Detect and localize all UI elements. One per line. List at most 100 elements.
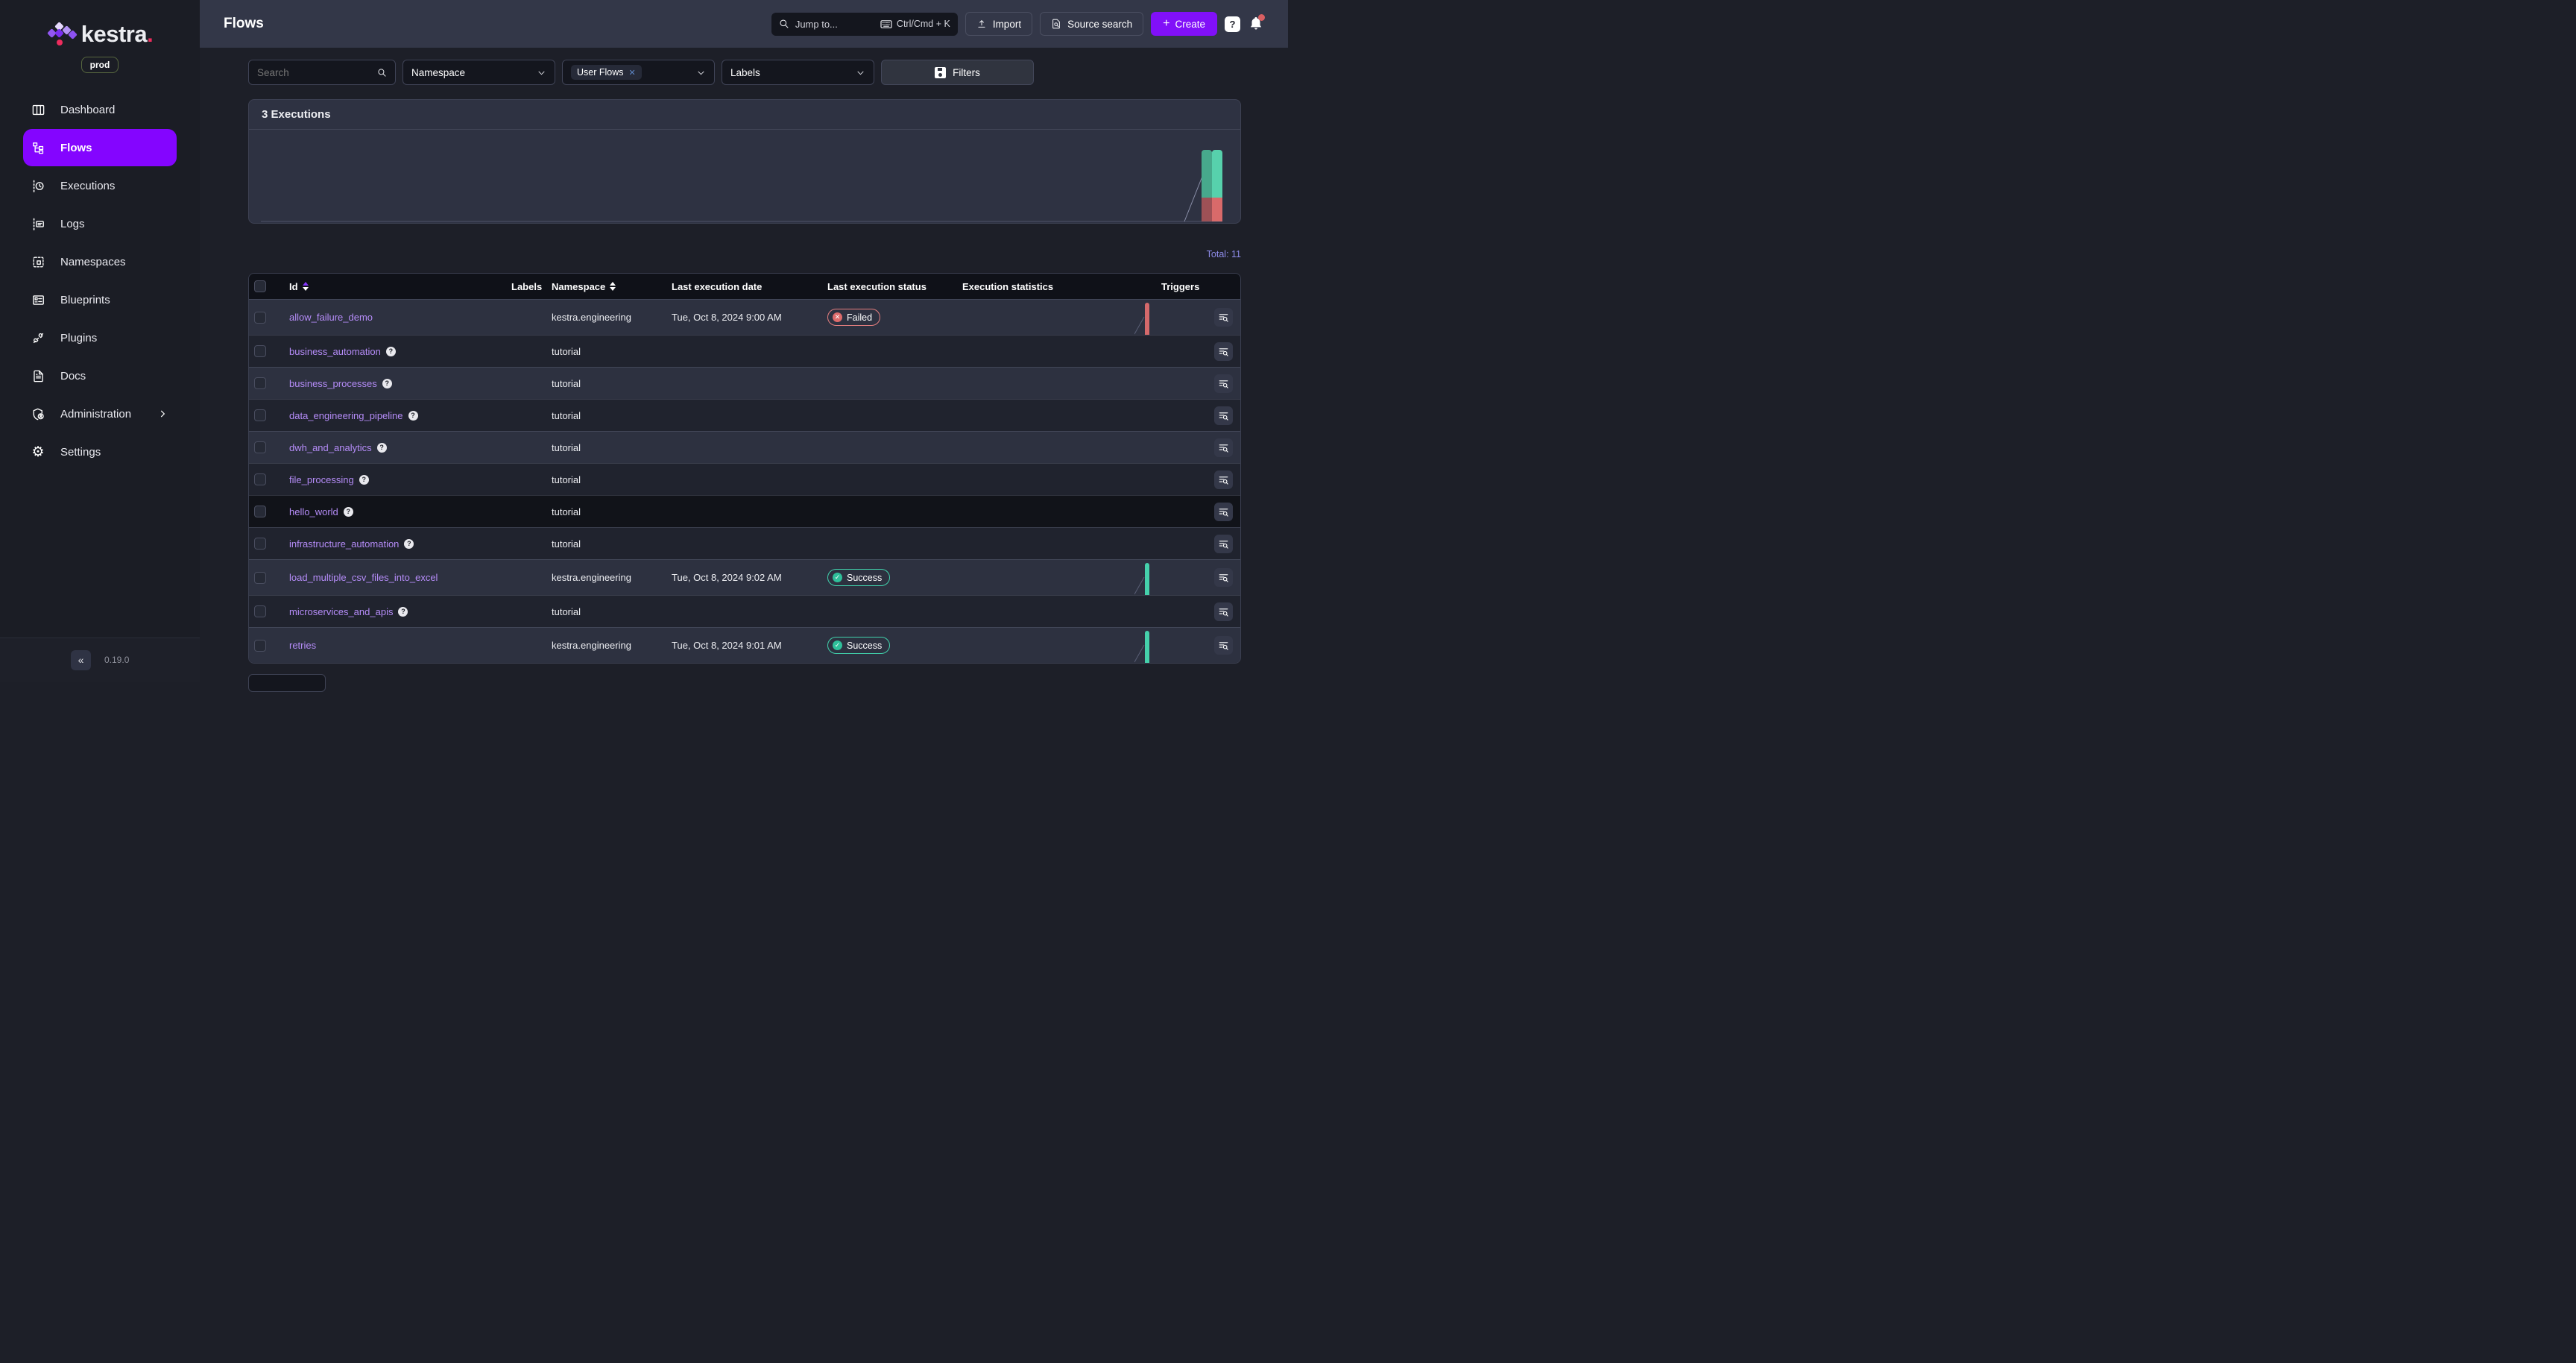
row-checkbox[interactable] [254,409,266,421]
sidebar-item-flows[interactable]: Flows [23,129,177,166]
row-checkbox[interactable] [254,377,266,389]
flow-id-link[interactable]: dwh_and_analytics [289,442,372,453]
flows-table: Id Labels Namespace Last execution date … [248,273,1241,664]
import-button[interactable]: Import [965,12,1032,36]
last-execution-status-cell: ✕ Failed [826,309,959,326]
collapse-sidebar-button[interactable]: « [71,650,91,670]
row-checkbox[interactable] [254,572,266,584]
help-circle-icon[interactable]: ? [344,507,353,517]
sidebar-item-docs[interactable]: Docs [23,357,177,394]
help-button[interactable]: ? [1225,16,1240,32]
notifications-bell-icon[interactable] [1248,16,1264,32]
help-circle-icon[interactable]: ? [359,475,369,485]
namespace-cell: tutorial [549,538,668,550]
table-row[interactable]: business_processes ? tutorial [249,367,1240,399]
table-row[interactable]: retries kestra.engineering Tue, Oct 8, 2… [249,627,1240,663]
sidebar-item-namespaces[interactable]: Namespaces [23,243,177,280]
kestra-logo[interactable]: kestra. [0,21,200,48]
row-checkbox[interactable] [254,640,266,652]
settings-icon: ⚙ [31,444,45,459]
row-checkbox[interactable] [254,441,266,453]
table-row[interactable]: microservices_and_apis ? tutorial [249,595,1240,627]
table-row[interactable]: infrastructure_automation ? tutorial [249,527,1240,559]
sidebar-item-label: Namespaces [60,256,126,268]
help-circle-icon[interactable]: ? [404,539,414,549]
trigger-logs-button[interactable] [1214,342,1233,361]
trigger-logs-button[interactable] [1214,374,1233,393]
table-row[interactable]: file_processing ? tutorial [249,463,1240,495]
help-circle-icon[interactable]: ? [408,411,418,421]
row-checkbox[interactable] [254,506,266,517]
scope-select[interactable]: User Flows ✕ [562,60,715,85]
flow-id-link[interactable]: hello_world [289,506,338,517]
chevron-down-icon [537,68,546,78]
help-circle-icon[interactable]: ? [382,379,392,388]
version-label: 0.19.0 [104,655,129,665]
execution-stat-bar[interactable] [1145,563,1149,595]
sidebar-item-logs[interactable]: Logs [23,205,177,242]
execution-bar-0[interactable] [1202,150,1212,221]
table-row[interactable]: data_engineering_pipeline ? tutorial [249,399,1240,431]
table-row[interactable]: load_multiple_csv_files_into_excel kestr… [249,559,1240,595]
jump-to-search[interactable]: Jump to... Ctrl/Cmd + K [771,13,958,36]
flow-id-link[interactable]: infrastructure_automation [289,538,399,550]
labels-select[interactable]: Labels [722,60,874,85]
search-input[interactable] [257,67,369,78]
column-header-id: Id [271,281,507,292]
column-header-namespace: Namespace [549,281,668,292]
trigger-logs-button[interactable] [1214,636,1233,655]
executions-chart[interactable] [249,130,1240,224]
last-execution-date-cell: Tue, Oct 8, 2024 9:01 AM [668,640,826,651]
trigger-logs-button[interactable] [1214,568,1233,587]
help-circle-icon[interactable]: ? [398,607,408,617]
row-checkbox[interactable] [254,312,266,324]
filters-button[interactable]: Filters [881,60,1034,85]
row-checkbox[interactable] [254,538,266,550]
sidebar-item-plugins[interactable]: Plugins [23,319,177,356]
row-checkbox[interactable] [254,473,266,485]
text-search-icon [1218,442,1229,453]
execution-bar-1[interactable] [1212,150,1222,221]
flow-id-link[interactable]: load_multiple_csv_files_into_excel [289,572,438,583]
select-all-checkbox[interactable] [254,280,266,292]
help-circle-icon[interactable]: ? [386,347,396,356]
trigger-logs-button[interactable] [1214,406,1233,425]
table-row[interactable]: allow_failure_demo kestra.engineering Tu… [249,299,1240,335]
row-checkbox[interactable] [254,345,266,357]
flow-id-link[interactable]: data_engineering_pipeline [289,410,403,421]
flow-id-link[interactable]: file_processing [289,474,354,485]
execution-stat-bar[interactable] [1145,303,1149,335]
create-button[interactable]: + Create [1151,12,1217,36]
help-circle-icon[interactable]: ? [377,443,387,453]
sidebar-item-administration[interactable]: Administration [23,395,177,432]
flow-id-link[interactable]: business_processes [289,378,377,389]
text-search-icon [1218,572,1229,583]
trigger-logs-button[interactable] [1214,470,1233,489]
execution-stat-bar[interactable] [1145,631,1149,663]
row-checkbox[interactable] [254,605,266,617]
trigger-logs-button[interactable] [1214,535,1233,553]
namespace-select[interactable]: Namespace [402,60,555,85]
flow-id-link[interactable]: business_automation [289,346,381,357]
flow-id-link[interactable]: retries [289,640,316,651]
trigger-logs-button[interactable] [1214,602,1233,621]
table-row[interactable]: dwh_and_analytics ? tutorial [249,431,1240,463]
close-icon[interactable]: ✕ [629,68,636,78]
sidebar-item-blueprints[interactable]: Blueprints [23,281,177,318]
sidebar-item-dashboard[interactable]: Dashboard [23,91,177,128]
column-header-triggers: Triggers [1155,281,1240,292]
trigger-logs-button[interactable] [1214,503,1233,521]
flow-id-link[interactable]: microservices_and_apis [289,606,393,617]
source-search-button[interactable]: Source search [1040,12,1143,36]
sort-toggle-id[interactable] [303,282,309,291]
sort-toggle-namespace[interactable] [610,282,616,291]
trigger-logs-button[interactable] [1214,438,1233,457]
per-page-select[interactable] [248,674,326,692]
flow-id-link[interactable]: allow_failure_demo [289,312,373,323]
sidebar-item-settings[interactable]: ⚙ Settings [23,433,177,470]
trigger-logs-button[interactable] [1214,308,1233,327]
table-row[interactable]: business_automation ? tutorial [249,335,1240,367]
table-row[interactable]: hello_world ? tutorial [249,495,1240,527]
sidebar-item-executions[interactable]: Executions [23,167,177,204]
status-badge: ✕ Failed [827,309,880,326]
